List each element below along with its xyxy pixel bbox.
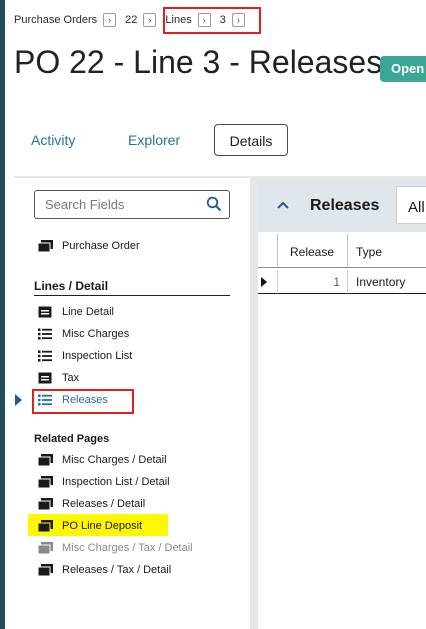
page-title: PO 22 - Line 3 - Releases	[14, 44, 383, 80]
list-icon	[38, 350, 52, 362]
nav-item-line-detail[interactable]: Line Detail	[38, 303, 114, 321]
nav-item-label[interactable]: Releases / Tax / Detail	[62, 564, 171, 576]
cards-icon	[38, 240, 53, 252]
related-item-releases-tax-detail[interactable]: Releases / Tax / Detail	[38, 561, 171, 579]
breadcrumb-label[interactable]: 22	[125, 14, 137, 26]
nav-item-label[interactable]: Inspection List	[62, 350, 132, 362]
search-input[interactable]: Search Fields	[34, 190, 230, 219]
related-item-misc-charges-detail[interactable]: Misc Charges / Detail	[38, 451, 167, 469]
row-selector-cell[interactable]	[258, 270, 278, 294]
column-header-type[interactable]: Type	[348, 234, 426, 268]
selected-indicator	[15, 394, 22, 406]
nav-item-label[interactable]: Misc Charges / Detail	[62, 454, 167, 466]
chevron-up-icon[interactable]	[276, 200, 290, 210]
tab-details[interactable]: Details	[214, 124, 288, 156]
cards-icon	[38, 520, 53, 532]
breadcrumb-item-purchase-orders[interactable]: Purchase Orders ›	[14, 13, 117, 27]
nav-item-label[interactable]: Releases / Detail	[62, 498, 145, 510]
related-item-inspection-list-detail[interactable]: Inspection List / Detail	[38, 473, 170, 491]
chevron-right-icon[interactable]: ›	[103, 13, 117, 27]
cell-type[interactable]: Inventory	[348, 270, 426, 294]
column-header-release[interactable]: Release	[278, 234, 348, 268]
nav-item-label[interactable]: Tax	[62, 372, 79, 384]
related-item-releases-detail[interactable]: Releases / Detail	[38, 495, 145, 513]
cards-icon	[38, 564, 53, 576]
nav-item-label[interactable]: PO Line Deposit	[62, 520, 142, 532]
section-title-lines-detail: Lines / Detail	[34, 279, 230, 296]
tab-explorer[interactable]: Explorer	[128, 124, 180, 156]
search-placeholder: Search Fields	[45, 197, 125, 212]
app-sidebar-stripe	[0, 0, 5, 629]
row-selector-header	[258, 234, 278, 268]
related-item-po-line-deposit[interactable]: PO Line Deposit	[38, 517, 142, 535]
search-icon[interactable]	[206, 196, 222, 212]
related-item-misc-charges-tax-detail[interactable]: Misc Charges / Tax / Detail	[38, 539, 193, 557]
nav-item-tax[interactable]: Tax	[38, 369, 79, 387]
nav-item-label[interactable]: Inspection List / Detail	[62, 476, 170, 488]
nav-item-label[interactable]: Line Detail	[62, 306, 114, 318]
breadcrumb-label[interactable]: Purchase Orders	[14, 14, 97, 26]
form-icon	[38, 306, 52, 318]
nav-item-inspection-list[interactable]: Inspection List	[38, 347, 132, 365]
cell-release[interactable]: 1	[278, 270, 348, 294]
nav-item-purchase-order[interactable]: Purchase Order	[38, 237, 140, 255]
nav-item-label[interactable]: Misc Charges	[62, 328, 129, 340]
tab-activity[interactable]: Activity	[31, 124, 75, 156]
cards-icon	[38, 542, 53, 554]
section-title-related-pages: Related Pages	[34, 433, 110, 445]
grid-filter-select[interactable]: All	[396, 186, 426, 224]
nav-item-label[interactable]: Misc Charges / Tax / Detail	[62, 542, 193, 554]
cards-icon	[38, 476, 53, 488]
chevron-right-icon[interactable]: ›	[143, 13, 157, 27]
status-badge: Open	[380, 56, 426, 82]
cards-icon	[38, 454, 53, 466]
annotation-box-breadcrumb	[163, 7, 261, 34]
nav-item-misc-charges[interactable]: Misc Charges	[38, 325, 129, 343]
form-icon	[38, 372, 52, 384]
cards-icon	[38, 498, 53, 510]
annotation-box-releases	[32, 389, 134, 414]
nav-item-label[interactable]: Purchase Order	[62, 240, 140, 252]
list-icon	[38, 328, 52, 340]
breadcrumb-item-po-number[interactable]: 22 ›	[125, 13, 157, 27]
grid-title: Releases	[310, 197, 380, 214]
